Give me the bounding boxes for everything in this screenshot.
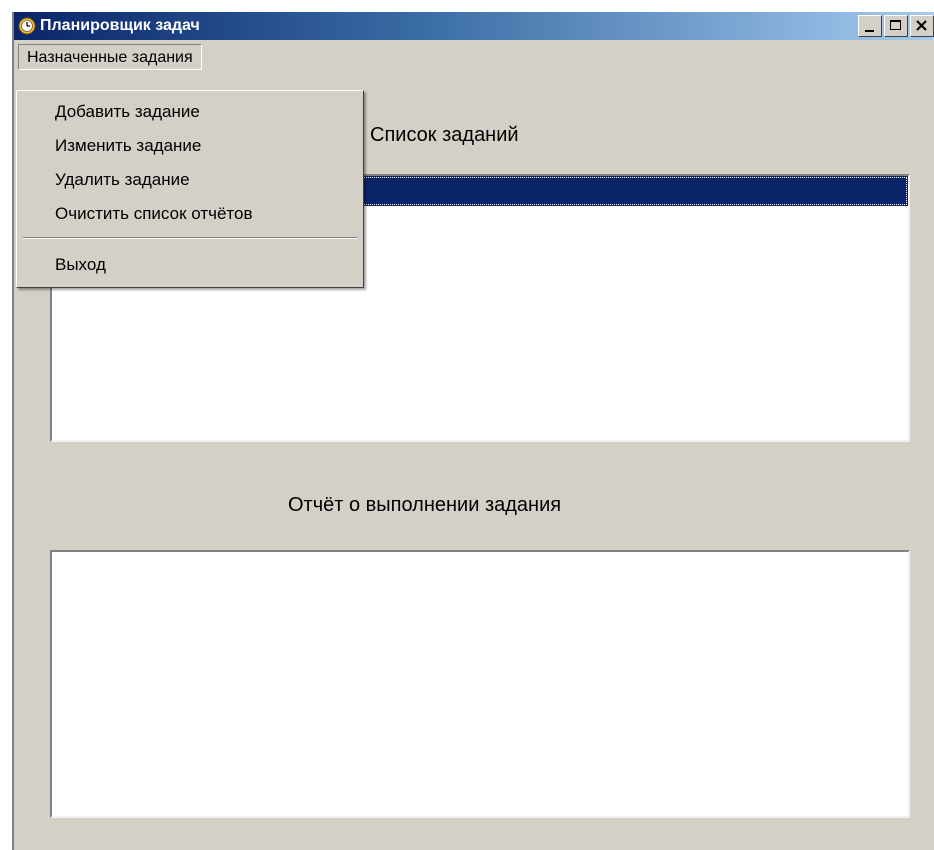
window-controls — [856, 15, 934, 37]
menu-item-delete-task[interactable]: Удалить задание — [17, 163, 363, 197]
menu-assigned-tasks[interactable]: Назначенные задания — [18, 44, 202, 70]
maximize-icon — [890, 20, 901, 30]
report-list[interactable] — [50, 550, 910, 818]
close-button[interactable] — [910, 15, 934, 37]
menu-item-clear-reports[interactable]: Очистить список отчётов — [17, 197, 363, 231]
clock-icon — [18, 17, 36, 35]
minimize-icon — [865, 30, 874, 32]
assigned-tasks-dropdown: Добавить задание Изменить задание Удалит… — [16, 90, 364, 288]
report-caption: Отчёт о выполнении задания — [288, 494, 562, 516]
menu-bar: Назначенные задания — [14, 42, 934, 72]
maximize-button[interactable] — [884, 15, 908, 37]
menu-item-add-task[interactable]: Добавить задание — [17, 95, 363, 129]
menu-separator — [23, 237, 357, 239]
menu-item-exit[interactable]: Выход — [17, 248, 363, 282]
minimize-button[interactable] — [858, 15, 882, 37]
close-icon — [916, 20, 927, 31]
menu-item-edit-task[interactable]: Изменить задание — [17, 129, 363, 163]
task-list-caption: Список заданий — [370, 124, 519, 146]
window-title: Планировщик задач — [40, 17, 200, 34]
title-bar[interactable]: Планировщик задач — [14, 12, 934, 40]
